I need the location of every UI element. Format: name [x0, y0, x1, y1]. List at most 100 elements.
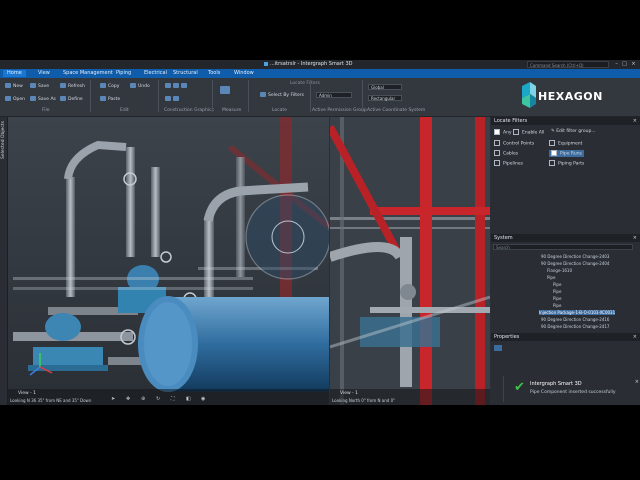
- measure-button[interactable]: [220, 86, 232, 94]
- graphic-view-right[interactable]: View - 1 Looking North 0" from N and 0": [330, 117, 490, 405]
- save-button[interactable]: Save: [30, 83, 49, 89]
- tab-piping[interactable]: Piping: [112, 70, 135, 77]
- line-icon: [165, 83, 171, 88]
- select-icon[interactable]: ➤: [111, 396, 115, 402]
- save-icon: [30, 83, 36, 88]
- close-icon[interactable]: ×: [635, 379, 639, 385]
- ribbon-separator: [90, 80, 91, 112]
- pan-icon[interactable]: ✥: [126, 396, 130, 402]
- coordinate-system-select[interactable]: Global: [368, 84, 402, 90]
- checkbox[interactable]: [494, 150, 500, 156]
- fit-icon[interactable]: ⛶: [171, 396, 175, 402]
- viewport-label: View - 1: [18, 391, 37, 396]
- permission-group-select[interactable]: Admin: [316, 92, 352, 98]
- filter-cables[interactable]: Cables: [494, 150, 518, 157]
- any-checkbox[interactable]: [494, 129, 500, 135]
- toast-message: Pipe Component inserted successfully: [530, 390, 616, 395]
- checkbox[interactable]: [549, 160, 555, 166]
- viewport-orientation-info: Looking N 36 35" from NE and 35" Down: [10, 398, 92, 403]
- tab-structural[interactable]: Structural: [169, 70, 202, 77]
- construction-tool-button[interactable]: [165, 96, 181, 102]
- ruler-icon: [220, 86, 230, 94]
- arc-icon: [173, 83, 179, 88]
- tree-item[interactable]: Pipe: [553, 303, 561, 308]
- system-search-input[interactable]: Search: [493, 244, 633, 250]
- selected-objects-strip[interactable]: Selected Objects: [0, 117, 8, 405]
- ribbon-separator: [310, 80, 311, 112]
- locate-filters-header: Locate Filters ×: [491, 117, 640, 125]
- ribbon-group-construction-graphics: Construction Graphics: [164, 108, 214, 113]
- properties-header: Properties ×: [491, 333, 640, 341]
- checkbox[interactable]: [551, 150, 557, 156]
- command-search-input[interactable]: Command Search (Ctrl+Q): [527, 61, 609, 68]
- checkbox[interactable]: [494, 160, 500, 166]
- tab-window[interactable]: Window: [230, 70, 258, 77]
- open-button[interactable]: Open: [5, 96, 25, 102]
- filter-equipment[interactable]: Equipment: [549, 140, 582, 147]
- ribbon-group-measure: Measure: [222, 108, 242, 113]
- tree-item[interactable]: 90 Degree Direction Change-2403: [541, 254, 609, 259]
- render-icon[interactable]: ◉: [201, 396, 205, 402]
- enable-all-icon: [513, 129, 519, 135]
- coordinate-type-select[interactable]: Rectangular: [368, 95, 402, 101]
- notification-toast: ✔ Intergraph Smart 3D Pipe Component ins…: [503, 376, 640, 402]
- filter-piping-parts[interactable]: Piping Parts: [549, 160, 584, 167]
- any-toggle[interactable]: Any: [494, 129, 512, 136]
- refresh-button[interactable]: Refresh: [60, 83, 85, 89]
- zoom-icon[interactable]: ⊕: [141, 396, 145, 402]
- filter-control-points[interactable]: Control Points: [494, 140, 534, 147]
- copy-icon: [100, 83, 106, 88]
- tree-item[interactable]: Pipe: [553, 282, 561, 287]
- tree-item[interactable]: Flange-1610: [547, 268, 572, 273]
- tree-item[interactable]: 90 Degree Direction Change-2416: [541, 317, 609, 322]
- select-by-filters-button[interactable]: Select By Filters: [260, 92, 304, 98]
- undo-button[interactable]: Undo: [130, 83, 150, 89]
- app-icon: [264, 62, 268, 66]
- filter-pipe-runs[interactable]: Pipe Runs: [549, 150, 584, 157]
- tree-item[interactable]: 90 Degree Direction Change-2404: [541, 261, 609, 266]
- close-icon[interactable]: ×: [633, 333, 637, 341]
- tree-item[interactable]: Pipe: [553, 296, 561, 301]
- application-window: ...itrsatrslr - Intergraph Smart 3D Comm…: [0, 60, 640, 405]
- tab-view[interactable]: View: [34, 70, 54, 77]
- close-icon[interactable]: ×: [633, 234, 637, 242]
- copy-button[interactable]: Copy: [100, 83, 119, 89]
- tree-item[interactable]: Pipe: [547, 275, 555, 280]
- enable-all-button[interactable]: Enable All: [513, 129, 544, 136]
- paste-button[interactable]: Paste: [100, 96, 120, 102]
- tree-item[interactable]: 90 Degree Direction Change-2417: [541, 324, 609, 329]
- hexagon-logo-text: HEXAGON: [538, 90, 603, 103]
- define-button[interactable]: Define: [60, 96, 83, 102]
- locate-filters-button[interactable]: Locate Filters: [290, 81, 320, 86]
- viewport-orientation-info: Looking North 0" from N and 0": [332, 398, 395, 403]
- close-icon[interactable]: ×: [630, 61, 637, 68]
- filter-pipelines[interactable]: Pipelines: [494, 160, 523, 167]
- checkbox[interactable]: [494, 140, 500, 146]
- undo-icon: [130, 83, 136, 88]
- new-button[interactable]: New: [5, 83, 23, 89]
- graphic-view-left[interactable]: View - 1 Looking N 36 35" from NE and 35…: [8, 117, 329, 405]
- tab-electrical[interactable]: Electrical: [140, 70, 171, 77]
- properties-grid-icon[interactable]: [494, 345, 502, 351]
- save-as-button[interactable]: Save As: [30, 96, 56, 102]
- view-icon[interactable]: ◧: [186, 396, 191, 402]
- tree-item[interactable]: Pipe: [553, 289, 561, 294]
- edit-filter-group-button[interactable]: ✎ Edit filter group...: [551, 129, 596, 134]
- minimize-icon[interactable]: –: [613, 61, 620, 68]
- axis-icon: [173, 96, 179, 101]
- new-icon: [5, 83, 11, 88]
- close-icon[interactable]: ×: [633, 117, 637, 125]
- tab-space-management[interactable]: Space Management: [59, 70, 117, 77]
- rotate-icon[interactable]: ↻: [156, 396, 160, 402]
- plant-model-3d: [8, 117, 329, 405]
- open-icon: [5, 96, 11, 101]
- tab-tools[interactable]: Tools: [204, 70, 224, 77]
- selected-objects-label: Selected Objects: [1, 121, 6, 159]
- tab-home[interactable]: Home: [3, 70, 26, 77]
- construction-tool-button[interactable]: [165, 83, 189, 89]
- tree-item[interactable]: Injection Package-1-B-O-0103-XC0031: [539, 310, 616, 315]
- maximize-icon[interactable]: □: [621, 61, 628, 68]
- ribbon-group-active-coordinate-system: Active Coordinate System: [367, 108, 426, 113]
- checkbox[interactable]: [549, 140, 555, 146]
- paste-icon: [100, 96, 106, 101]
